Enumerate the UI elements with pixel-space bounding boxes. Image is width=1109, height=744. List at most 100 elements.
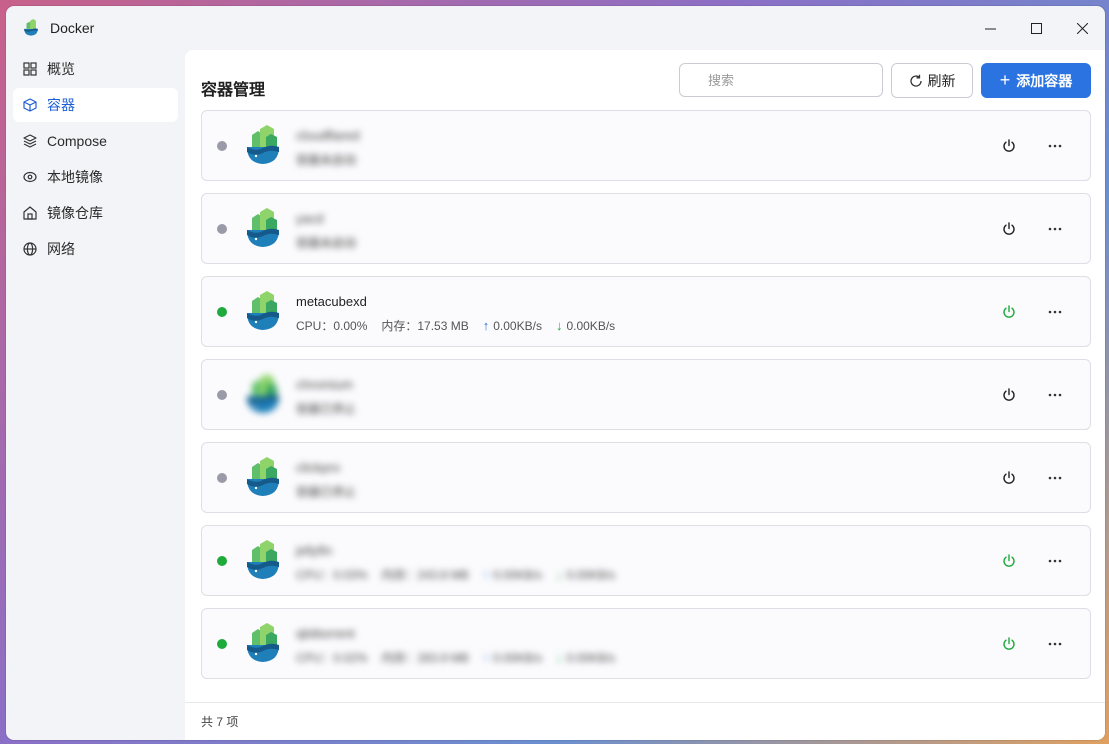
memory-usage: 内存：243.8 MB xyxy=(381,568,469,582)
more-options-button[interactable] xyxy=(1044,467,1066,489)
minimize-button[interactable] xyxy=(967,6,1013,50)
power-icon xyxy=(1003,554,1015,567)
app-window: Docker 概览 容器 Compose 本地镜像 镜像仓库 网络 容器管理 搜… xyxy=(6,6,1105,740)
sidebar-item-local-images[interactable]: 本地镜像 xyxy=(13,160,178,194)
container-name: qbittorrent xyxy=(296,626,355,641)
title-bar: Docker xyxy=(6,6,1105,50)
refresh-label: 刷新 xyxy=(927,72,956,89)
layers-icon xyxy=(23,134,37,148)
download-rate: ↓ 0.00KB/s xyxy=(556,317,615,334)
cpu-usage: CPU：0.00% xyxy=(296,319,368,333)
power-button[interactable] xyxy=(998,633,1020,655)
memory-usage: 内存：17.53 MB xyxy=(381,319,469,333)
more-dots-icon xyxy=(1048,227,1062,231)
more-options-button[interactable] xyxy=(1044,301,1066,323)
power-icon xyxy=(1003,637,1015,650)
window-controls xyxy=(967,6,1105,50)
power-button[interactable] xyxy=(998,467,1020,489)
container-logo-icon xyxy=(244,623,282,663)
sidebar-item-compose[interactable]: Compose xyxy=(13,124,178,158)
sidebar-item-label: 容器 xyxy=(47,97,75,113)
more-options-button[interactable] xyxy=(1044,218,1066,240)
main-panel: 容器管理 刷新 + 添加容器 cloudflared 容器未启动 yacd 容器未启动… xyxy=(185,50,1105,740)
sidebar-item-network[interactable]: 网络 xyxy=(13,232,178,266)
container-card[interactable]: metacubexd CPU：0.00% 内存：17.53 MB ↑ 0.00KB/s ↓… xyxy=(201,276,1091,347)
container-logo-icon xyxy=(244,457,282,497)
grid-icon xyxy=(23,62,37,76)
container-status-text: 容器已停止 xyxy=(296,402,357,416)
power-button[interactable] xyxy=(998,550,1020,572)
globe-icon xyxy=(23,242,37,256)
window-title: Docker xyxy=(50,20,95,36)
container-list: cloudflared 容器未启动 yacd 容器未启动 metacubexd CPU：0… xyxy=(201,110,1091,691)
container-name: clickpro xyxy=(296,460,341,475)
sidebar-item-image-registry[interactable]: 镜像仓库 xyxy=(13,196,178,230)
container-card[interactable]: cloudflared 容器未启动 xyxy=(201,110,1091,181)
power-button[interactable] xyxy=(998,135,1020,157)
sidebar-item-label: 概览 xyxy=(47,61,75,77)
download-rate: ↓ 0.00KB/s xyxy=(556,566,615,583)
container-card[interactable]: chromium 容器已停止 xyxy=(201,359,1091,430)
plus-icon: + xyxy=(999,70,1011,90)
power-icon xyxy=(1003,305,1015,318)
search-input[interactable] xyxy=(679,63,883,97)
upload-rate-value: 0.00KB/s xyxy=(493,318,542,333)
status-dot xyxy=(217,307,227,317)
more-dots-icon xyxy=(1048,310,1062,314)
container-card[interactable]: qbittorrent CPU：0.02% 内存：283.9 MB ↑ 0.00KB/s… xyxy=(201,608,1091,679)
sidebar-item-containers[interactable]: 容器 xyxy=(13,88,178,122)
container-stats: CPU：0.02% 内存：283.9 MB ↑ 0.00KB/s ↓ 0.00KB/s xyxy=(296,649,629,666)
sidebar: 概览 容器 Compose 本地镜像 镜像仓库 网络 xyxy=(6,50,185,740)
refresh-icon xyxy=(909,74,922,87)
sidebar-item-label: Compose xyxy=(47,133,107,149)
container-logo-icon xyxy=(244,125,282,165)
more-options-button[interactable] xyxy=(1044,633,1066,655)
status-dot xyxy=(217,141,227,151)
container-stats: CPU：0.03% 内存：243.8 MB ↑ 0.00KB/s ↓ 0.00KB/s xyxy=(296,566,629,583)
sidebar-item-overview[interactable]: 概览 xyxy=(13,52,178,86)
upload-rate-value: 0.00KB/s xyxy=(493,567,542,582)
status-dot xyxy=(217,473,227,483)
cpu-usage: CPU：0.02% xyxy=(296,651,368,665)
close-button[interactable] xyxy=(1059,6,1105,50)
container-name: jellyfin xyxy=(296,543,333,558)
sidebar-item-label: 镜像仓库 xyxy=(47,205,103,221)
more-options-button[interactable] xyxy=(1044,550,1066,572)
status-dot xyxy=(217,556,227,566)
close-icon xyxy=(1076,22,1088,34)
add-container-button[interactable]: + 添加容器 xyxy=(981,63,1091,98)
container-card[interactable]: jellyfin CPU：0.03% 内存：243.8 MB ↑ 0.00KB/s ↓ 0.… xyxy=(201,525,1091,596)
refresh-button[interactable]: 刷新 xyxy=(891,63,973,98)
container-card[interactable]: yacd 容器未启动 xyxy=(201,193,1091,264)
container-name: yacd xyxy=(296,211,324,226)
minimize-icon xyxy=(984,28,996,29)
maximize-icon xyxy=(1030,22,1042,34)
status-dot xyxy=(217,390,227,400)
upload-rate: ↑ 0.00KB/s xyxy=(483,317,542,334)
download-rate-value: 0.00KB/s xyxy=(566,318,616,333)
power-button[interactable] xyxy=(998,218,1020,240)
power-button[interactable] xyxy=(998,384,1020,406)
download-rate-value: 0.00KB/s xyxy=(566,567,616,582)
arrow-up-icon: ↑ xyxy=(482,650,490,665)
memory-usage: 内存：283.9 MB xyxy=(381,651,469,665)
upload-rate-value: 0.00KB/s xyxy=(493,650,542,665)
container-card[interactable]: clickpro 容器已停止 xyxy=(201,442,1091,513)
sidebar-item-label: 网络 xyxy=(47,241,75,257)
power-button[interactable] xyxy=(998,301,1020,323)
item-count: 共 7 项 xyxy=(201,715,239,729)
upload-rate: ↑ 0.00KB/s xyxy=(483,649,542,666)
cube-icon xyxy=(23,98,37,112)
maximize-button[interactable] xyxy=(1013,6,1059,50)
more-dots-icon xyxy=(1048,559,1062,563)
cpu-usage: CPU：0.03% xyxy=(296,568,368,582)
container-stats: CPU：0.00% 内存：17.53 MB ↑ 0.00KB/s ↓ 0.00KB/s xyxy=(296,317,629,334)
container-logo-icon xyxy=(244,540,282,580)
more-dots-icon xyxy=(1048,642,1062,646)
more-options-button[interactable] xyxy=(1044,384,1066,406)
status-dot xyxy=(217,224,227,234)
more-dots-icon xyxy=(1048,144,1062,148)
page-title: 容器管理 xyxy=(201,82,266,99)
power-icon xyxy=(1003,471,1015,484)
more-options-button[interactable] xyxy=(1044,135,1066,157)
